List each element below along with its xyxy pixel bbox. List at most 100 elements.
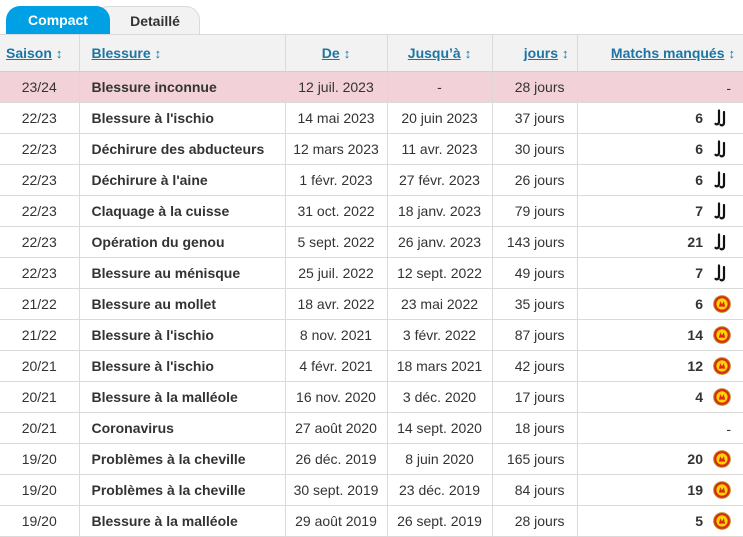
games-missed-cell: 19 <box>576 474 743 506</box>
sort-arrows-icon: ↕ <box>154 46 162 61</box>
games-missed-value: 5 <box>695 513 703 530</box>
until-date-cell: 11 avr. 2023 <box>386 133 492 165</box>
table-row: 22/23 Blessure au ménisque 25 juil. 2022 12… <box>0 257 743 289</box>
manchester-united-crest-icon[interactable] <box>713 357 731 375</box>
games-missed-cell: 6 <box>576 102 743 134</box>
season-cell: 22/23 <box>0 164 79 196</box>
injury-cell: Blessure au ménisque <box>78 257 285 289</box>
juventus-crest-icon[interactable] <box>713 264 731 282</box>
injury-cell: Déchirure à l'aine <box>78 164 285 196</box>
juventus-crest-icon[interactable] <box>713 140 731 158</box>
manchester-united-crest-icon[interactable] <box>713 326 731 344</box>
manchester-united-crest-icon[interactable] <box>713 512 731 530</box>
games-missed-cell: 7 <box>576 257 743 289</box>
until-date-cell: 18 mars 2021 <box>386 350 492 382</box>
table-row: 20/21 Coronavirus 27 août 2020 14 sept. 202… <box>0 412 743 444</box>
from-date-cell: 31 oct. 2022 <box>284 195 387 227</box>
until-date-cell: 23 déc. 2019 <box>386 474 492 506</box>
games-missed-value: 6 <box>695 296 703 313</box>
from-date-cell: 8 nov. 2021 <box>284 319 387 351</box>
days-cell: 87 jours <box>491 319 577 351</box>
column-header-season[interactable]: Saison ↕ <box>0 34 79 72</box>
games-missed-cell: 21 <box>576 226 743 258</box>
season-cell: 19/20 <box>0 474 79 506</box>
games-missed-cell: 6 <box>576 164 743 196</box>
manchester-united-crest-icon[interactable] <box>713 388 731 406</box>
games-missed-value: 20 <box>687 451 703 468</box>
juventus-crest-icon[interactable] <box>713 202 731 220</box>
juventus-crest-icon[interactable] <box>713 109 731 127</box>
days-cell: 28 jours <box>491 505 577 537</box>
sort-link-season[interactable]: Saison <box>6 45 52 61</box>
games-missed-cell: 6 <box>576 133 743 165</box>
table-row: 19/20 Blessure à la malléole 29 août 2019 2… <box>0 505 743 537</box>
injury-cell: Déchirure des abducteurs <box>78 133 285 165</box>
until-date-cell: 12 sept. 2022 <box>386 257 492 289</box>
games-missed-value: - <box>726 420 731 437</box>
column-header-games-missed[interactable]: Matchs manqués ↕ <box>576 34 743 72</box>
sort-arrows-icon: ↕ <box>55 46 63 61</box>
until-date-cell: - <box>386 71 492 103</box>
manchester-united-crest-icon[interactable] <box>713 295 731 313</box>
season-cell: 22/23 <box>0 257 79 289</box>
sort-link-injury[interactable]: Blessure <box>92 45 151 61</box>
sort-arrows-icon: ↕ <box>464 46 472 61</box>
manchester-united-crest-icon[interactable] <box>713 481 731 499</box>
from-date-cell: 1 févr. 2023 <box>284 164 387 196</box>
table-row: 22/23 Déchirure à l'aine 1 févr. 2023 27 fé… <box>0 164 743 196</box>
from-date-cell: 5 sept. 2022 <box>284 226 387 258</box>
games-missed-value: 6 <box>695 172 703 189</box>
games-missed-cell: 7 <box>576 195 743 227</box>
games-missed-value: - <box>726 79 731 96</box>
sort-link-days[interactable]: jours <box>524 45 558 61</box>
table-row: 22/23 Blessure à l'ischio 14 mai 2023 20 ju… <box>0 102 743 134</box>
column-header-until[interactable]: Jusqu’à ↕ <box>386 34 492 72</box>
table-row: 22/23 Claquage à la cuisse 31 oct. 2022 18 … <box>0 195 743 227</box>
table-row: 20/21 Blessure à l'ischio 4 févr. 2021 18 m… <box>0 350 743 382</box>
from-date-cell: 18 avr. 2022 <box>284 288 387 320</box>
juventus-crest-icon[interactable] <box>713 233 731 251</box>
games-missed-cell: 20 <box>576 443 743 475</box>
until-date-cell: 26 janv. 2023 <box>386 226 492 258</box>
days-cell: 28 jours <box>491 71 577 103</box>
table-row: 22/23 Déchirure des abducteurs 12 mars 202… <box>0 133 743 165</box>
season-cell: 19/20 <box>0 443 79 475</box>
days-cell: 49 jours <box>491 257 577 289</box>
table-row: 20/21 Blessure à la malléole 16 nov. 2020 3… <box>0 381 743 413</box>
days-cell: 165 jours <box>491 443 577 475</box>
manchester-united-crest-icon[interactable] <box>713 450 731 468</box>
tab-compact[interactable]: Compact <box>6 6 110 34</box>
from-date-cell: 30 sept. 2019 <box>284 474 387 506</box>
from-date-cell: 29 août 2019 <box>284 505 387 537</box>
season-cell: 20/21 <box>0 350 79 382</box>
games-missed-cell: 4 <box>576 381 743 413</box>
juventus-crest-icon[interactable] <box>713 171 731 189</box>
season-cell: 21/22 <box>0 319 79 351</box>
injury-cell: Coronavirus <box>78 412 285 444</box>
days-cell: 26 jours <box>491 164 577 196</box>
season-cell: 22/23 <box>0 195 79 227</box>
games-missed-value: 19 <box>687 482 703 499</box>
injury-cell: Blessure à la malléole <box>78 381 285 413</box>
from-date-cell: 16 nov. 2020 <box>284 381 387 413</box>
games-missed-value: 14 <box>687 327 703 344</box>
games-missed-value: 4 <box>695 389 703 406</box>
table-header-row: Saison ↕ Blessure ↕ De ↕ Jusqu’à ↕ jours ↕ Ma… <box>0 34 743 72</box>
column-header-days[interactable]: jours ↕ <box>491 34 577 72</box>
sort-link-from[interactable]: De <box>322 45 340 61</box>
injury-cell: Blessure à l'ischio <box>78 102 285 134</box>
sort-link-games-missed[interactable]: Matchs manqués <box>611 45 725 61</box>
season-cell: 21/22 <box>0 288 79 320</box>
sort-link-until[interactable]: Jusqu’à <box>408 45 461 61</box>
days-cell: 35 jours <box>491 288 577 320</box>
injury-cell: Opération du genou <box>78 226 285 258</box>
days-cell: 143 jours <box>491 226 577 258</box>
season-cell: 22/23 <box>0 133 79 165</box>
days-cell: 30 jours <box>491 133 577 165</box>
from-date-cell: 12 juil. 2023 <box>284 71 387 103</box>
view-tabs: Compact Detaillé <box>0 0 743 34</box>
column-header-from[interactable]: De ↕ <box>284 34 387 72</box>
from-date-cell: 12 mars 2023 <box>284 133 387 165</box>
table-row: 19/20 Problèmes à la cheville 30 sept. 201… <box>0 474 743 506</box>
column-header-injury[interactable]: Blessure ↕ <box>78 34 285 72</box>
